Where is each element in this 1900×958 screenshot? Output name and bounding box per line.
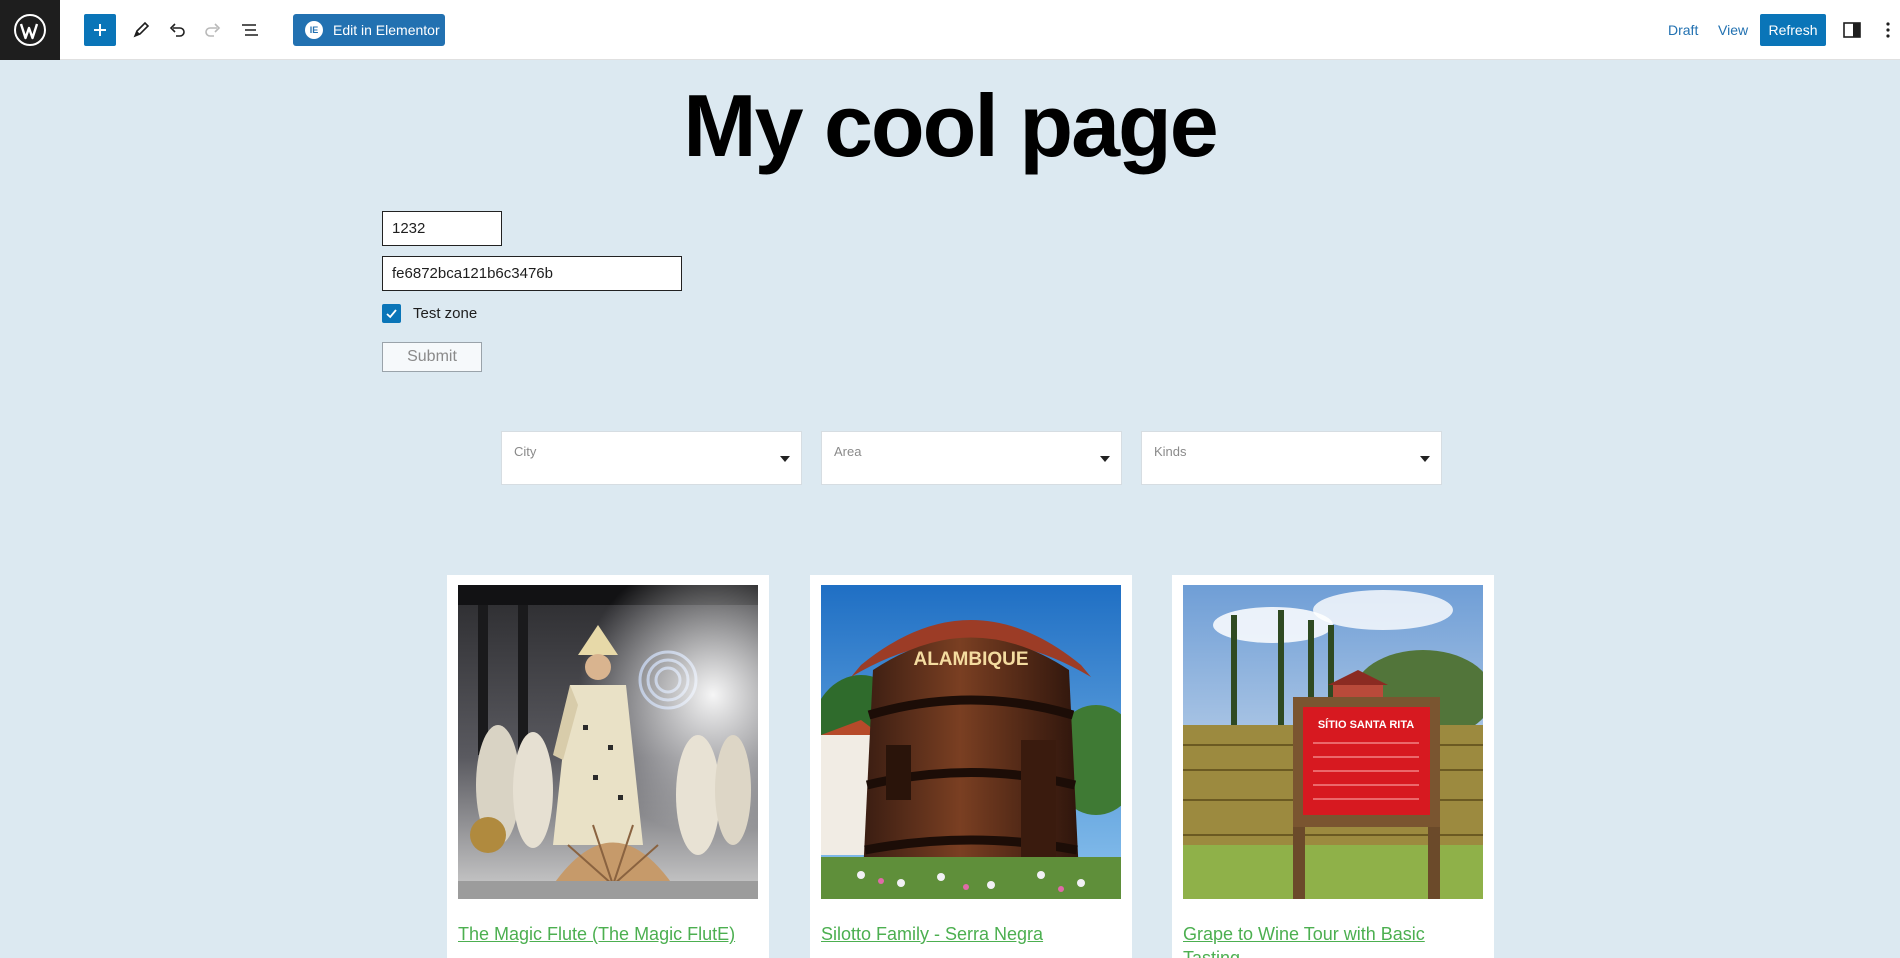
list-view-icon <box>242 24 258 36</box>
document-overview-button[interactable] <box>234 14 266 46</box>
tour-card: The Magic Flute (The Magic FlutE) <box>447 575 769 958</box>
tour-card-image[interactable] <box>458 585 758 899</box>
editor-toolbar: IE Edit in Elementor Draft View Refresh <box>0 0 1900 60</box>
caret-down-icon <box>780 456 790 462</box>
kinds-filter-label: Kinds <box>1154 444 1187 459</box>
edit-in-elementor-button[interactable]: IE Edit in Elementor <box>293 14 445 46</box>
submit-button[interactable]: Submit <box>382 342 482 372</box>
undo-icon <box>169 23 185 37</box>
more-vertical-icon <box>1886 22 1890 38</box>
tour-card-image[interactable]: ALAMBIQUE <box>821 585 1121 899</box>
city-filter-label: City <box>514 444 537 459</box>
refresh-button[interactable]: Refresh <box>1760 14 1826 46</box>
settings-sidebar-button[interactable] <box>1840 18 1864 42</box>
checkmark-icon <box>386 309 397 319</box>
add-block-button[interactable] <box>84 14 116 46</box>
test-zone-label: Test zone <box>413 305 478 322</box>
kinds-filter-dropdown[interactable]: Kinds <box>1141 431 1442 485</box>
tools-button[interactable] <box>126 14 156 46</box>
page-title[interactable]: My cool page <box>0 82 1900 170</box>
pencil-icon <box>133 21 150 38</box>
tour-card-title[interactable]: Grape to Wine Tour with Basic Tasting <box>1183 922 1483 958</box>
area-filter-dropdown[interactable]: Area <box>821 431 1122 485</box>
area-filter-label: Area <box>834 444 862 459</box>
sitio-sign: SÍTIO SANTA RITA <box>1318 718 1414 731</box>
redo-button[interactable] <box>198 14 228 46</box>
redo-icon <box>205 23 221 37</box>
undo-button[interactable] <box>162 14 192 46</box>
id-input[interactable]: 1232 <box>382 211 502 246</box>
sidebar-icon <box>1843 22 1861 38</box>
key-input[interactable]: fe6872bca121b6c3476b <box>382 256 682 291</box>
tour-card-image[interactable]: SÍTIO SANTA RITA <box>1183 585 1483 899</box>
tour-card-title[interactable]: The Magic Flute (The Magic FlutE) <box>458 922 758 946</box>
tour-card: SÍTIO SANTA RITA Grape to Wine Tour with… <box>1172 575 1494 958</box>
alambique-sign: ALAMBIQUE <box>913 649 1028 670</box>
save-draft-link[interactable]: Draft <box>1668 22 1698 38</box>
elementor-icon: IE <box>305 21 323 39</box>
wordpress-logo-icon[interactable] <box>0 0 60 60</box>
edit-in-elementor-label: Edit in Elementor <box>333 22 440 38</box>
plus-icon <box>94 24 106 36</box>
test-zone-checkbox[interactable] <box>382 304 401 323</box>
tour-card-title[interactable]: Silotto Family - Serra Negra <box>821 922 1121 946</box>
tour-card: ALAMBIQUE Silotto Family - Serra Negra <box>810 575 1132 958</box>
caret-down-icon <box>1420 456 1430 462</box>
view-link[interactable]: View <box>1718 22 1748 38</box>
city-filter-dropdown[interactable]: City <box>501 431 802 485</box>
options-menu-button[interactable] <box>1880 18 1896 42</box>
caret-down-icon <box>1100 456 1110 462</box>
